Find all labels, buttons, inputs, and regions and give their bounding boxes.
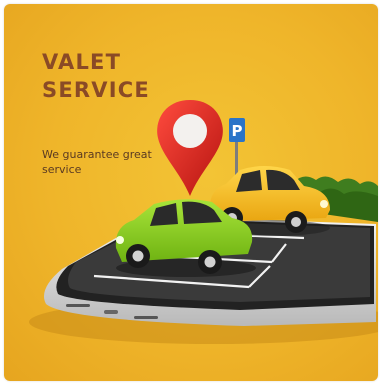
parking-scene-illustration: P bbox=[29, 100, 378, 344]
parking-sign-letter: P bbox=[232, 122, 243, 140]
valet-service-banner: VALET SERVICE We guarantee great service bbox=[4, 4, 378, 381]
map-pin-icon bbox=[157, 100, 223, 196]
